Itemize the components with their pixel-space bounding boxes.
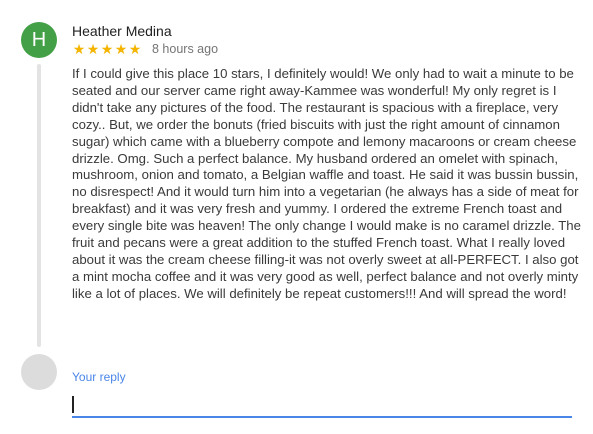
star-rating: ★ ★ ★ ★ ★ [72,41,142,57]
reviewer-name[interactable]: Heather Medina [72,23,172,39]
review-timestamp: 8 hours ago [152,42,219,56]
reply-label: Your reply [72,370,126,384]
star-icon: ★ [128,41,142,57]
rating-row: ★ ★ ★ ★ ★ 8 hours ago [72,41,218,57]
text-caret [72,396,74,413]
star-icon: ★ [86,41,100,57]
avatar-initial: H [31,28,47,51]
reply-avatar [21,354,57,390]
star-icon: ★ [100,41,114,57]
reviewer-avatar: H [21,22,57,58]
review-text: If I could give this place 10 stars, I d… [72,66,581,301]
reply-input[interactable] [72,390,572,418]
star-icon: ★ [72,41,86,57]
thread-line [37,64,41,347]
star-icon: ★ [114,41,128,57]
